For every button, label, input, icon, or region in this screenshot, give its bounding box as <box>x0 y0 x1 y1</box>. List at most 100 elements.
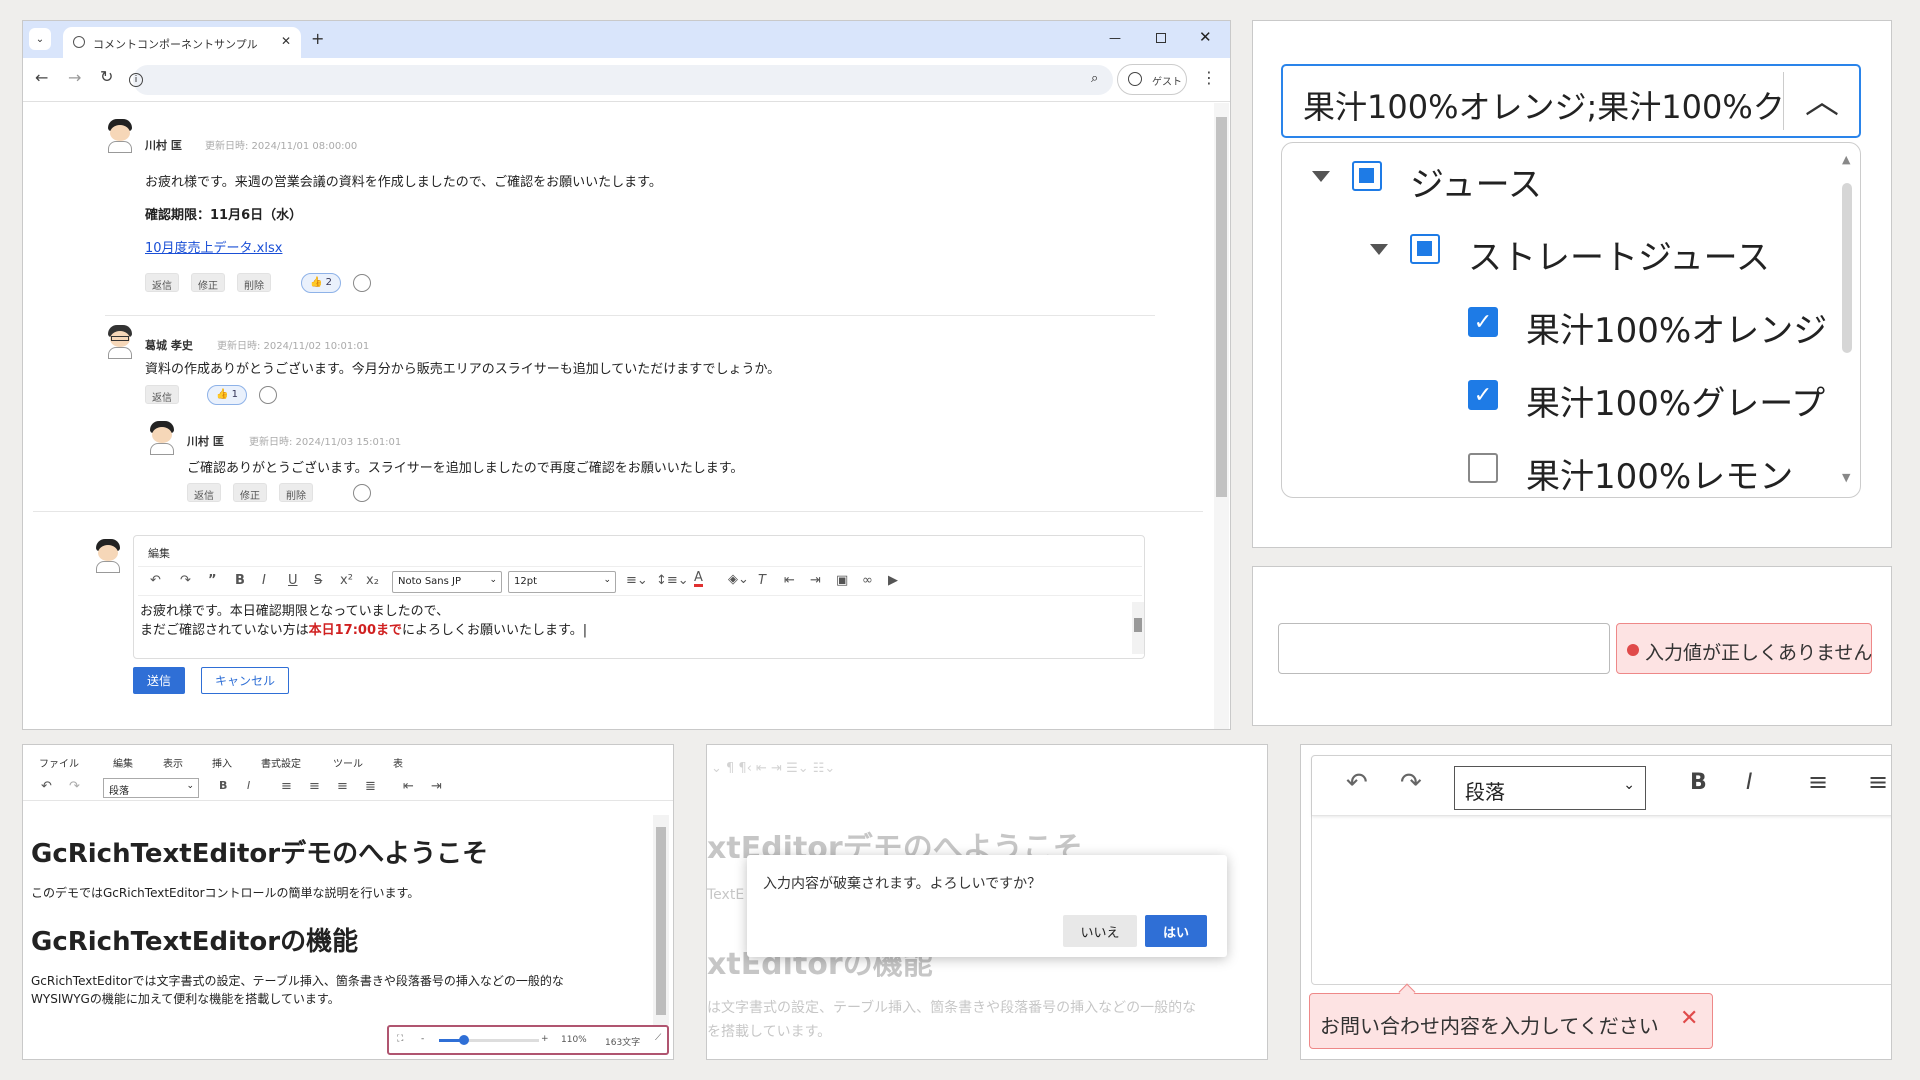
superscript-icon[interactable]: x² <box>340 573 353 588</box>
edit-button[interactable]: 修正 <box>233 483 267 502</box>
expand-icon[interactable] <box>1312 171 1330 182</box>
zoom-icon[interactable]: ⌕ <box>1091 71 1098 86</box>
zoom-slider[interactable] <box>439 1035 539 1045</box>
media-icon[interactable]: ▶ <box>888 573 898 588</box>
justify-icon[interactable]: ≣ <box>365 779 376 794</box>
add-reaction-icon[interactable] <box>353 484 371 502</box>
reply-button[interactable]: 返信 <box>145 273 179 292</box>
bold-icon[interactable]: B <box>235 573 245 588</box>
checkbox-checked[interactable]: ✓ <box>1468 307 1498 337</box>
italic-icon[interactable]: I <box>262 573 266 588</box>
bold-icon[interactable]: B <box>1690 770 1707 795</box>
clear-format-icon[interactable]: T <box>758 573 766 588</box>
highlight-icon[interactable]: ◈⌄ <box>728 572 749 587</box>
edit-button[interactable]: 修正 <box>191 273 225 292</box>
add-reaction-icon[interactable] <box>353 274 371 292</box>
checkbox-partial[interactable] <box>1410 234 1440 264</box>
undo-icon[interactable]: ↶ <box>150 573 161 588</box>
expand-icon[interactable] <box>1370 244 1388 255</box>
close-icon[interactable]: ✕ <box>1680 1006 1698 1031</box>
redo-icon[interactable]: ↷ <box>180 573 191 588</box>
tab-list-icon[interactable]: ⌄ <box>29 28 51 50</box>
scroll-up-icon[interactable]: ▲ <box>1842 153 1850 166</box>
align-right-icon[interactable]: ≡ <box>337 779 348 794</box>
delete-button[interactable]: 削除 <box>237 273 271 292</box>
redo-icon[interactable]: ↷ <box>1400 768 1422 798</box>
guest-profile-button[interactable]: ゲスト <box>1117 64 1187 95</box>
quote-icon[interactable]: ” <box>208 573 217 588</box>
forward-icon[interactable]: → <box>68 68 81 87</box>
justify-icon[interactable]: ≡ <box>1868 768 1888 796</box>
add-reaction-icon[interactable] <box>259 386 277 404</box>
rte-content[interactable]: GcRichTextEditorデモのへようこそ このデモではGcRichTex… <box>31 833 651 1013</box>
underline-icon[interactable]: U <box>288 573 298 588</box>
reaction-badge[interactable]: 👍 1 <box>207 385 247 405</box>
cancel-button[interactable]: キャンセル <box>201 667 289 694</box>
new-tab-button[interactable]: + <box>311 29 324 48</box>
menu-file[interactable]: ファイル <box>39 755 79 770</box>
url-field[interactable]: i ⌕ <box>129 65 1113 95</box>
close-tab-icon[interactable]: ✕ <box>281 34 291 48</box>
reload-icon[interactable]: ↻ <box>100 67 113 86</box>
reply-button[interactable]: 返信 <box>187 483 221 502</box>
resize-handle-icon[interactable]: ⟋ <box>655 1033 661 1043</box>
checkbox-partial[interactable] <box>1352 161 1382 191</box>
back-icon[interactable]: ← <box>35 68 48 87</box>
align-icon[interactable]: ≡⌄ <box>626 573 648 588</box>
checkbox-checked[interactable]: ✓ <box>1468 380 1498 410</box>
align-left-icon[interactable]: ≡ <box>281 779 292 794</box>
image-icon[interactable]: ▣ <box>836 573 848 588</box>
bold-icon[interactable]: B <box>219 779 227 792</box>
chevron-up-icon[interactable]: ︿ <box>1805 74 1839 123</box>
attachment-link[interactable]: 10月度売上データ.xlsx <box>145 237 282 256</box>
page-scrollbar[interactable] <box>1214 103 1229 729</box>
scroll-thumb[interactable] <box>1842 183 1852 353</box>
undo-icon[interactable]: ↶ <box>41 779 52 794</box>
tree-item-label[interactable]: 果汁100%グレープ <box>1526 376 1825 425</box>
undo-icon[interactable]: ↶ <box>1346 768 1368 798</box>
outdent-icon[interactable]: ⇤ <box>784 573 795 588</box>
checkbox-unchecked[interactable] <box>1468 453 1498 483</box>
editor-scrollbar[interactable] <box>1132 602 1144 654</box>
zoom-out-icon[interactable]: - <box>421 1034 424 1044</box>
link-icon[interactable]: ∞ <box>862 573 873 588</box>
tab-active[interactable]: コメントコンポーネントサンプル ✕ <box>63 27 301 58</box>
fit-icon[interactable]: ⛶ <box>397 1034 403 1044</box>
font-color-icon[interactable]: A <box>694 571 703 587</box>
block-format-select[interactable]: 段落 ⌄ <box>103 778 199 798</box>
menu-tools[interactable]: ツール <box>333 755 363 770</box>
menu-edit[interactable]: 編集 <box>113 755 133 770</box>
menu-table[interactable]: 表 <box>393 755 403 770</box>
delete-button[interactable]: 削除 <box>279 483 313 502</box>
minimize-icon[interactable]: — <box>1109 31 1121 45</box>
indent-icon[interactable]: ⇥ <box>810 573 821 588</box>
close-window-icon[interactable]: ✕ <box>1199 28 1212 46</box>
tree-item-label[interactable]: 果汁100%オレンジ <box>1526 303 1827 352</box>
editor-content[interactable]: お疲れ様です。本日確認期限となっていましたので、 まだご確認されていない方は本日… <box>140 602 1130 656</box>
align-center-icon[interactable]: ≡ <box>309 779 320 794</box>
dropdown-scrollbar[interactable]: ▲ ▼ <box>1838 153 1856 489</box>
italic-icon[interactable]: I <box>247 779 250 792</box>
yes-button[interactable]: はい <box>1145 915 1207 947</box>
font-family-select[interactable]: Noto Sans JP ⌄ <box>392 571 502 593</box>
editor-content[interactable] <box>1312 818 1891 984</box>
zoom-in-icon[interactable]: + <box>541 1034 549 1044</box>
tree-item-label[interactable]: ジュース <box>1410 157 1542 206</box>
subscript-icon[interactable]: x₂ <box>366 573 379 588</box>
indent-icon[interactable]: ⇥ <box>431 779 442 794</box>
reply-button[interactable]: 返信 <box>145 385 179 404</box>
restore-icon[interactable] <box>1156 33 1166 43</box>
outdent-icon[interactable]: ⇤ <box>403 779 414 794</box>
combobox-input[interactable]: 果汁100%オレンジ;果汁100%ク ︿ <box>1281 64 1861 138</box>
strikethrough-icon[interactable]: S <box>314 573 322 588</box>
align-left-icon[interactable]: ≡ <box>1808 768 1828 796</box>
site-info-icon[interactable]: i <box>129 73 143 87</box>
tree-item-label[interactable]: ストレートジュース <box>1468 230 1770 279</box>
menu-view[interactable]: 表示 <box>163 755 183 770</box>
menu-format[interactable]: 書式設定 <box>261 755 301 770</box>
font-size-select[interactable]: 12pt ⌄ <box>508 571 616 593</box>
tree-item-label[interactable]: 果汁100%レモン <box>1526 449 1793 498</box>
line-height-icon[interactable]: ↕≡⌄ <box>656 573 689 588</box>
send-button[interactable]: 送信 <box>133 667 185 694</box>
menu-kebab-icon[interactable]: ⋮ <box>1201 68 1217 87</box>
